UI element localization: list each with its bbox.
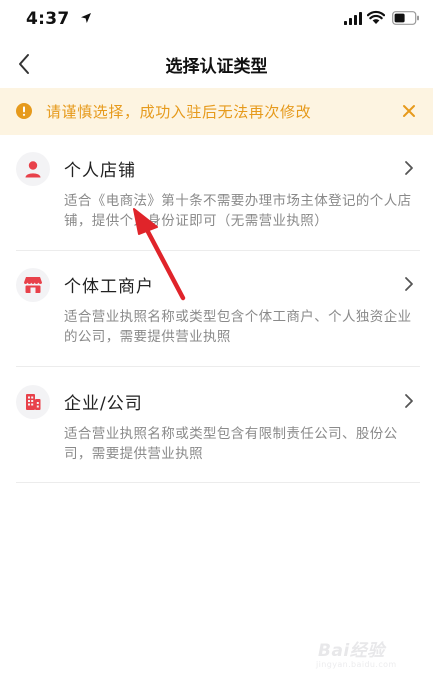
wifi-icon xyxy=(367,10,385,24)
chevron-right-icon xyxy=(405,277,413,291)
status-bar: 4:37 xyxy=(0,0,433,40)
option-description: 适合营业执照名称或类型包含有限制责任公司、股份公司，需要提供营业执照 xyxy=(64,426,398,462)
location-arrow-icon xyxy=(81,13,91,23)
nav-bar: 选择认证类型 xyxy=(0,40,433,88)
option-personal-store[interactable]: 个人店铺 适合《电商法》第十条不需要办理市场主体登记的个人店铺，提供个人身份证即… xyxy=(0,152,433,238)
baidu-watermark-url: jingyan.baidu.com xyxy=(316,660,397,669)
page-title: 选择认证类型 xyxy=(165,57,268,77)
option-icon-wrap xyxy=(16,268,50,302)
option-title: 个人店铺 xyxy=(64,161,136,181)
option-icon-wrap xyxy=(16,385,50,419)
close-icon[interactable] xyxy=(400,102,418,120)
option-description: 适合营业执照名称或类型包含个体工商户、个人独资企业的公司，需要提供营业执照 xyxy=(64,309,412,345)
alert-circle-icon xyxy=(16,103,32,119)
option-title: 企业/公司 xyxy=(64,394,143,414)
chevron-right-icon xyxy=(405,161,413,175)
signal-icon xyxy=(344,12,362,25)
option-icon-wrap xyxy=(16,152,50,186)
chevron-right-icon xyxy=(405,394,413,408)
option-enterprise[interactable]: 企业/公司 适合营业执照名称或类型包含有限制责任公司、股份公司，需要提供营业执照 xyxy=(0,385,433,471)
status-time: 4:37 xyxy=(26,9,70,29)
warning-banner: 请谨慎选择，成功入驻后无法再次修改 xyxy=(0,88,433,135)
divider xyxy=(16,482,420,483)
building-icon xyxy=(26,394,41,410)
storefront-icon xyxy=(24,277,42,293)
option-description: 适合《电商法》第十条不需要办理市场主体登记的个人店铺，提供个人身份证即可（无需营… xyxy=(64,193,412,229)
baidu-watermark-logo: Bai经验 xyxy=(318,641,385,661)
divider xyxy=(16,366,420,367)
option-title: 个体工商户 xyxy=(64,277,154,297)
warning-text: 请谨慎选择，成功入驻后无法再次修改 xyxy=(46,103,312,121)
option-individual-business[interactable]: 个体工商户 适合营业执照名称或类型包含个体工商户、个人独资企业的公司，需要提供营… xyxy=(0,268,433,354)
battery-icon xyxy=(392,11,419,25)
divider xyxy=(16,250,420,251)
person-icon xyxy=(25,161,41,178)
